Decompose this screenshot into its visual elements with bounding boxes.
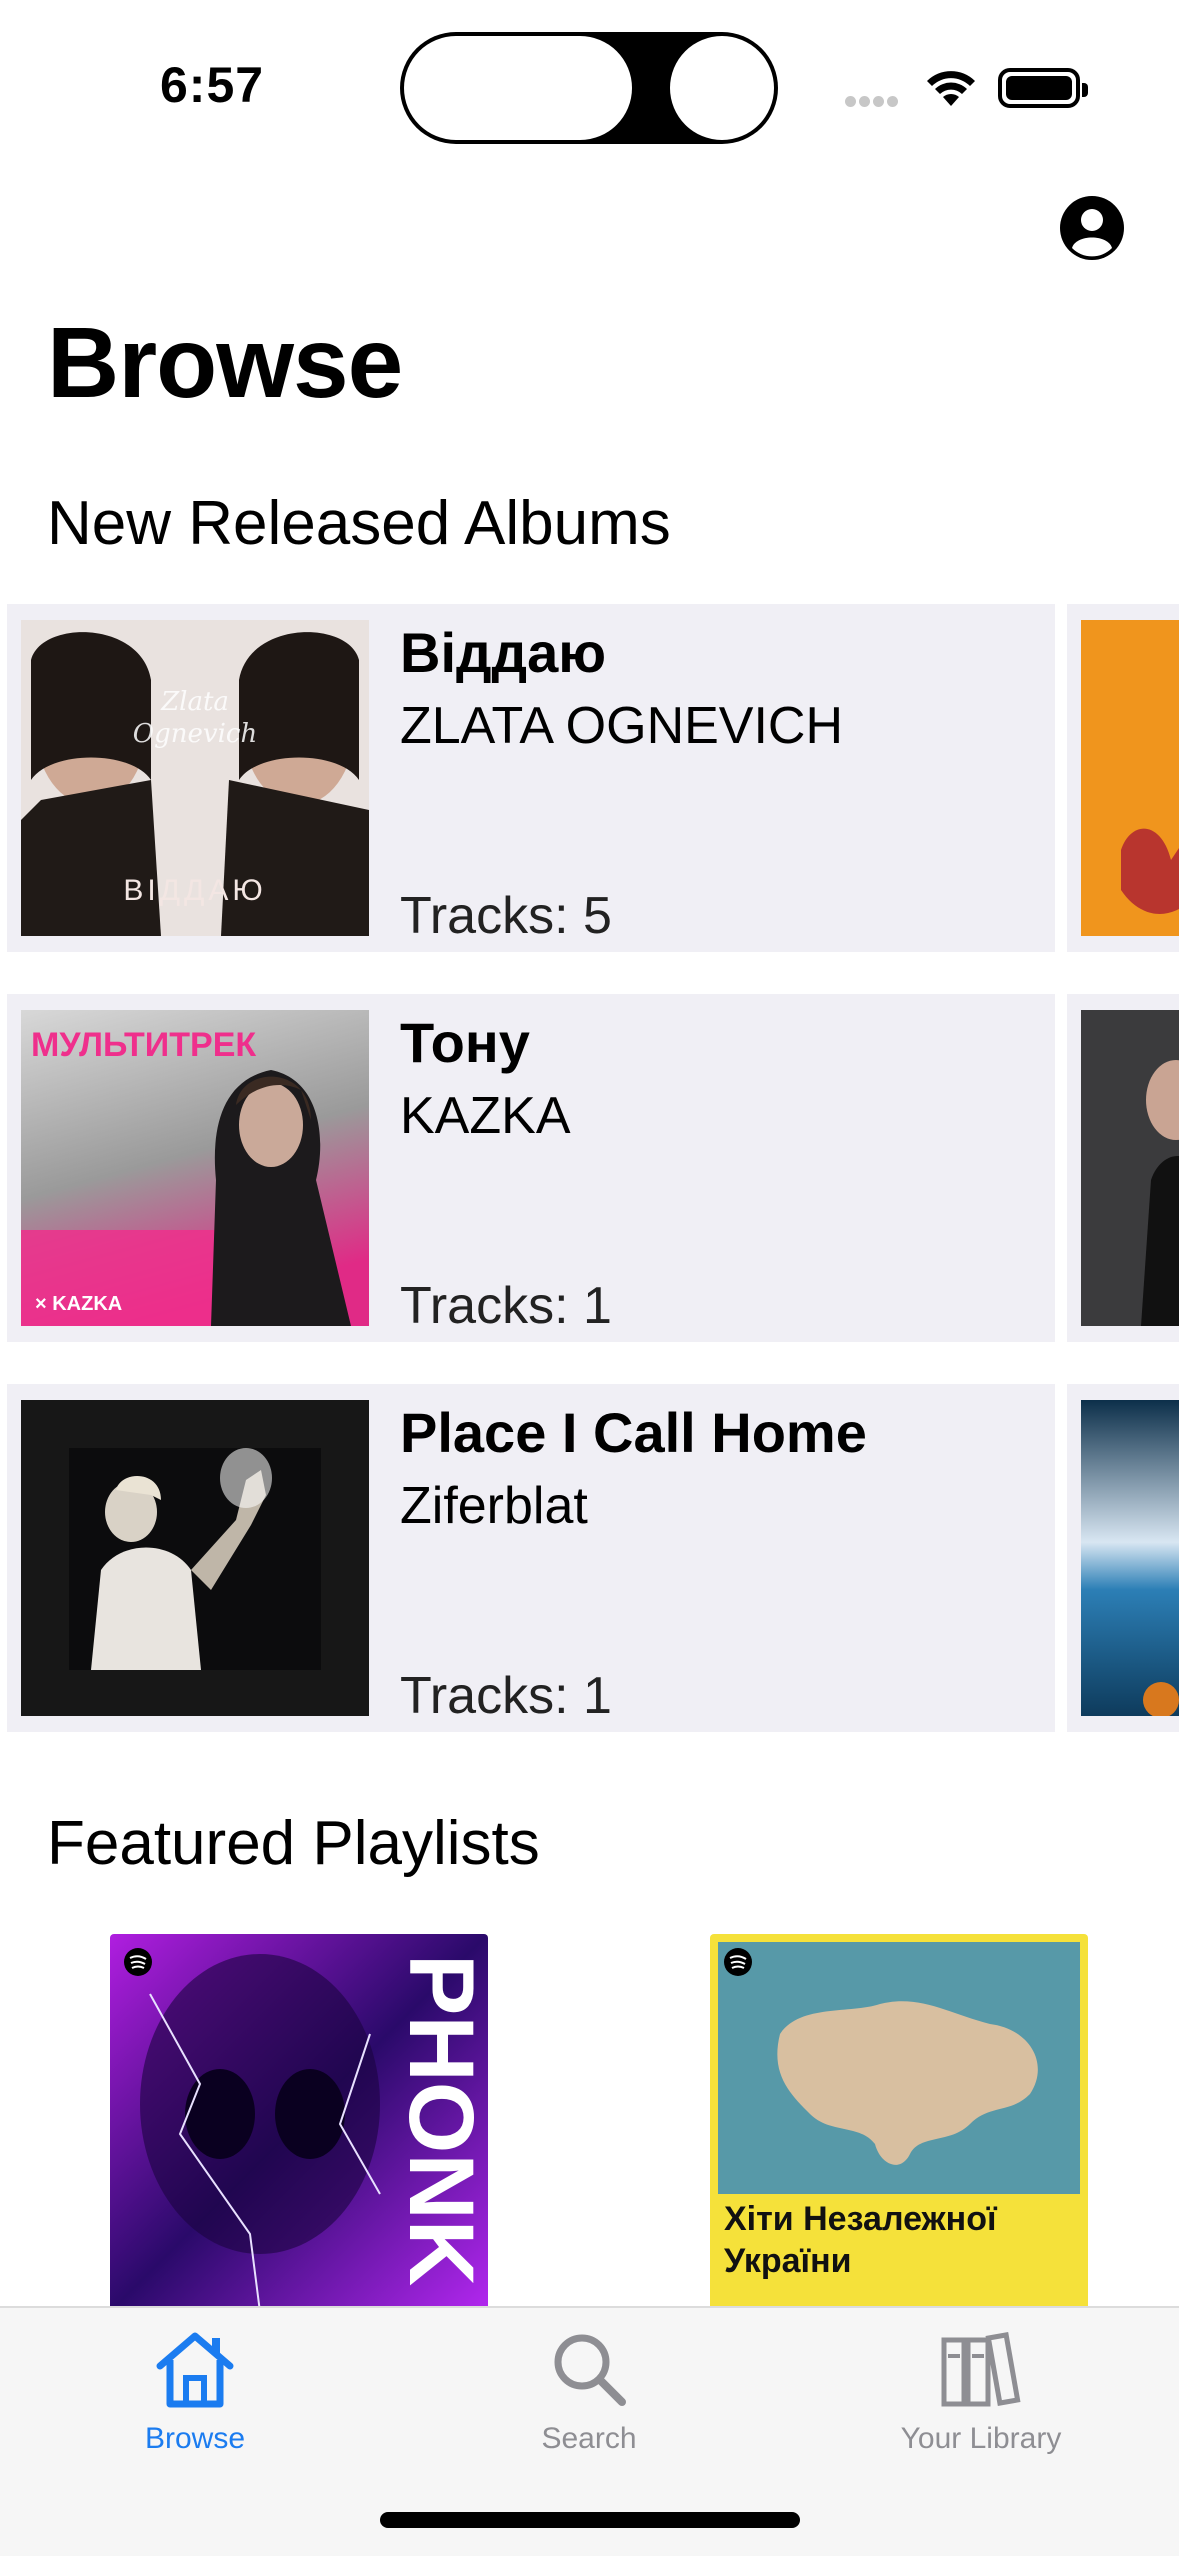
album-tracks: Tracks: 1 [400,1667,612,1725]
tab-bar: Browse Search Your Library [0,2306,1179,2556]
svg-text:ВІДДАЮ: ВІДДАЮ [123,874,266,907]
section-title-playlists: Featured Playlists [47,1809,540,1878]
profile-icon[interactable] [1058,194,1126,262]
album-cover: Zlata Ognevich ВІДДАЮ [21,620,369,936]
page-title: Browse [47,307,403,419]
house-icon [156,2332,234,2408]
album-card[interactable]: Place I Call Home Ziferblat Tracks: 1 [7,1384,1055,1732]
album-card-next[interactable] [1067,604,1179,952]
tab-label: Browse [144,2422,246,2455]
library-icon [941,2332,1021,2407]
album-cover [1081,620,1179,936]
tab-label: Your Library [900,2422,1062,2455]
magnifier-icon [554,2334,626,2406]
album-card-next[interactable] [1067,994,1179,1342]
svg-text:МУЛЬТИТРЕК: МУЛЬТИТРЕК [31,1026,256,1064]
svg-text:Ognevich: Ognevich [133,719,257,749]
status-time: 6:57 [160,57,265,113]
cellular-signal-icon [845,94,905,107]
playlist-cover: PHONK [110,1934,488,2312]
playlist-card[interactable]: Хіти Незалежної України [710,1934,1088,2312]
playlist-cover: Хіти Незалежної України [710,1934,1088,2312]
album-name: Place I Call Home [400,1401,867,1464]
status-bar: 6:57 [0,0,1179,170]
album-cover: МУЛЬТИТРЕК × KAZKA [21,1010,369,1326]
battery-icon [998,68,1088,108]
svg-text:× KAZKA: × KAZKA [35,1293,122,1315]
playlist-card[interactable]: PHONK [110,1934,488,2312]
album-row[interactable]: МУЛЬТИТРЕК × KAZKA Тону KAZKA Tracks: 1 [7,994,1179,1342]
album-card[interactable]: МУЛЬТИТРЕК × KAZKA Тону KAZKA Tracks: 1 [7,994,1055,1342]
album-name: Віддаю [400,621,607,684]
dynamic-island [400,32,778,144]
wifi-icon [927,71,975,106]
album-artist: KAZKA [400,1087,571,1145]
album-row[interactable]: Place I Call Home Ziferblat Tracks: 1 [7,1384,1179,1732]
album-cover [1081,1400,1179,1716]
album-artist: Ziferblat [400,1477,588,1535]
island-pill [404,36,632,140]
svg-text:Zlata: Zlata [160,687,229,717]
album-name: Тону [400,1011,530,1074]
album-cover [21,1400,369,1716]
tab-browse[interactable]: Browse [65,2326,325,2456]
album-row[interactable]: Zlata Ognevich ВІДДАЮ Віддаю ZLATA OGNEV… [7,604,1179,952]
tab-library[interactable]: Your Library [851,2326,1111,2456]
album-card-next[interactable] [1067,1384,1179,1732]
island-dot [670,36,774,140]
tab-label: Search [541,2422,637,2455]
album-tracks: Tracks: 1 [400,1277,612,1335]
album-card[interactable]: Zlata Ognevich ВІДДАЮ Віддаю ZLATA OGNEV… [7,604,1055,952]
album-tracks: Tracks: 5 [400,887,612,945]
album-artist: ZLATA OGNEVICH [400,697,844,755]
home-indicator[interactable] [380,2512,800,2528]
album-cover [1081,1010,1179,1326]
tab-search[interactable]: Search [459,2326,719,2456]
section-title-albums: New Released Albums [47,489,671,558]
svg-text:PHONK: PHONK [390,1954,488,2286]
